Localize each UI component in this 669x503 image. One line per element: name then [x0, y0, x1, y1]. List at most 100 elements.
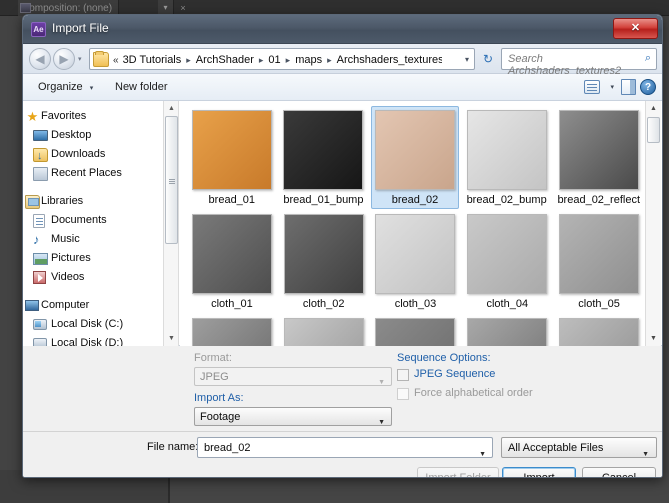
- sidebar-item-libraries[interactable]: Libraries: [23, 192, 163, 211]
- cancel-button[interactable]: Cancel: [582, 467, 656, 477]
- after-effects-icon: Ae: [31, 22, 46, 37]
- scroll-down-icon[interactable]: ▼: [646, 331, 661, 346]
- sidebar-item-label: Music: [51, 233, 80, 245]
- preview-pane-icon[interactable]: [621, 79, 636, 95]
- chevron-down-icon[interactable]: ▾: [465, 55, 469, 64]
- file-grid-row: cloth_01 cloth_02 cloth_03 cloth_04 clot…: [186, 210, 645, 314]
- breadcrumb-item-1[interactable]: ArchShader: [194, 54, 256, 66]
- sidebar-item-label: Recent Places: [51, 167, 122, 179]
- file-item-row3-0[interactable]: [188, 314, 276, 346]
- chevron-down-icon: ▼: [378, 419, 385, 426]
- help-icon[interactable]: ?: [640, 79, 656, 95]
- file-grid-scrollbar[interactable]: ▲ ▼: [645, 101, 661, 346]
- sidebar-item-recent-places[interactable]: Recent Places: [23, 164, 163, 183]
- scroll-up-icon[interactable]: ▲: [164, 101, 179, 116]
- file-item-row3-1[interactable]: [280, 314, 368, 346]
- navigation-sidebar: ★ Favorites Desktop Downloads Recent Pla…: [23, 101, 163, 346]
- file-item-cloth_03[interactable]: cloth_03: [372, 210, 460, 313]
- file-item-cloth_05[interactable]: cloth_05: [555, 210, 643, 313]
- file-item-cloth_02[interactable]: cloth_02: [280, 210, 368, 313]
- file-item-row3-4[interactable]: [555, 314, 643, 346]
- search-input[interactable]: Search Archshaders_textures2 ⌕: [501, 48, 657, 77]
- sidebar-item-downloads[interactable]: Downloads: [23, 145, 163, 166]
- chevron-down-icon[interactable]: ▼: [479, 445, 486, 465]
- breadcrumb-item-2[interactable]: 01: [266, 54, 282, 66]
- host-app-tab-label: Composition: (none): [22, 3, 113, 14]
- sidebar-item-computer[interactable]: Computer: [23, 296, 163, 315]
- breadcrumb-separator-icon: ▸: [186, 54, 191, 65]
- sidebar-item-label: Local Disk (D:): [51, 337, 124, 346]
- file-thumbnail: [559, 214, 640, 294]
- recent-places-icon: [33, 167, 48, 181]
- scrollbar-thumb[interactable]: [647, 117, 660, 143]
- dialog-titlebar[interactable]: Ae Import File ✕: [23, 15, 662, 44]
- breadcrumb-item-4[interactable]: Archshaders_textures2: [335, 54, 442, 66]
- scroll-down-icon[interactable]: ▼: [164, 331, 179, 346]
- file-thumbnail: [467, 318, 548, 346]
- breadcrumb-overflow-icon[interactable]: «: [113, 55, 121, 66]
- downloads-folder-icon: [33, 147, 48, 166]
- breadcrumb-bar[interactable]: « 3D Tutorials ▸ ArchShader ▸ 01 ▸ maps …: [89, 48, 475, 70]
- file-item-bread_01[interactable]: bread_01: [188, 106, 276, 209]
- sequence-options-label: Sequence Options:: [397, 352, 491, 364]
- file-item-bread_02_reflect[interactable]: bread_02_reflect: [554, 106, 643, 209]
- breadcrumb-item-3[interactable]: maps: [293, 54, 324, 66]
- sidebar-item-favorites[interactable]: ★ Favorites: [23, 107, 163, 126]
- monitor-icon: [33, 130, 48, 141]
- file-item-row3-3[interactable]: [463, 314, 551, 346]
- force-alphabetical-checkbox: Force alphabetical order: [397, 387, 533, 400]
- file-item-cloth_04[interactable]: cloth_04: [463, 210, 551, 313]
- history-dropdown-icon[interactable]: ▾: [78, 55, 82, 63]
- file-thumbnail: [375, 214, 456, 294]
- chevron-down-icon: ▼: [642, 451, 649, 458]
- scroll-up-icon[interactable]: ▲: [646, 101, 661, 116]
- scrollbar-thumb[interactable]: [165, 116, 178, 244]
- sidebar-item-local-disk-d[interactable]: Local Disk (D:): [23, 334, 163, 346]
- sidebar-item-label: Local Disk (C:): [51, 318, 124, 330]
- chevron-down-icon[interactable]: ▾: [610, 83, 614, 91]
- music-note-icon: ♪: [33, 232, 40, 247]
- file-thumbnail: [375, 318, 456, 346]
- sidebar-item-label: Computer: [41, 299, 90, 311]
- file-label: bread_01: [208, 194, 256, 206]
- file-type-filter-select[interactable]: All Acceptable Files ▼: [501, 437, 657, 458]
- file-label: cloth_02: [302, 298, 345, 310]
- view-mode-icon[interactable]: [584, 80, 600, 94]
- libraries-icon: [25, 195, 40, 209]
- picture-icon: [33, 253, 48, 265]
- breadcrumb-separator-icon: ▸: [285, 54, 291, 65]
- sidebar-item-videos[interactable]: Videos: [23, 268, 163, 287]
- sidebar-scrollbar[interactable]: ▲ ▼: [163, 101, 179, 346]
- search-icon[interactable]: ⌕: [645, 52, 651, 65]
- file-item-row3-2[interactable]: [372, 314, 460, 346]
- sidebar-item-music[interactable]: ♪ Music: [23, 230, 163, 249]
- import-button[interactable]: Import: [502, 467, 576, 477]
- sidebar-item-local-disk-c[interactable]: Local Disk (C:): [23, 315, 163, 334]
- sidebar-item-pictures[interactable]: Pictures: [23, 249, 163, 268]
- file-item-cloth_01[interactable]: cloth_01: [188, 210, 276, 313]
- jpeg-sequence-checkbox[interactable]: JPEG Sequence: [397, 368, 495, 381]
- file-item-bread_02_bump[interactable]: bread_02_bump: [463, 106, 551, 209]
- sidebar-item-documents[interactable]: Documents: [23, 211, 163, 230]
- format-label: Format:: [194, 352, 232, 364]
- forward-arrow-icon: ▶: [59, 52, 69, 66]
- file-item-bread_01_bump[interactable]: bread_01_bump: [280, 106, 368, 209]
- close-button[interactable]: ✕: [613, 18, 658, 39]
- file-grid: bread_01 bread_01_bump bread_02 bread_02…: [180, 101, 645, 346]
- file-thumbnail: [283, 318, 364, 346]
- organize-button[interactable]: Organize ▾: [31, 78, 100, 97]
- new-folder-button[interactable]: New folder: [108, 78, 175, 97]
- breadcrumb-item-0[interactable]: 3D Tutorials: [121, 54, 184, 66]
- refresh-icon[interactable]: ↻: [479, 50, 497, 68]
- import-as-label: Import As:: [194, 392, 244, 404]
- forward-button[interactable]: ▶: [53, 48, 75, 70]
- file-name-input[interactable]: bread_02 ▼: [197, 437, 493, 458]
- file-item-bread_02[interactable]: bread_02: [371, 106, 459, 209]
- sidebar-item-desktop[interactable]: Desktop: [23, 126, 163, 145]
- organize-label: Organize: [38, 81, 83, 93]
- format-value: JPEG: [200, 371, 229, 383]
- back-button[interactable]: ◀: [29, 48, 51, 70]
- import-as-select[interactable]: Footage ▼: [194, 407, 392, 426]
- file-name-label: File name:: [147, 441, 199, 453]
- sidebar-group-favorites: ★ Favorites Desktop Downloads Recent Pla…: [23, 107, 163, 183]
